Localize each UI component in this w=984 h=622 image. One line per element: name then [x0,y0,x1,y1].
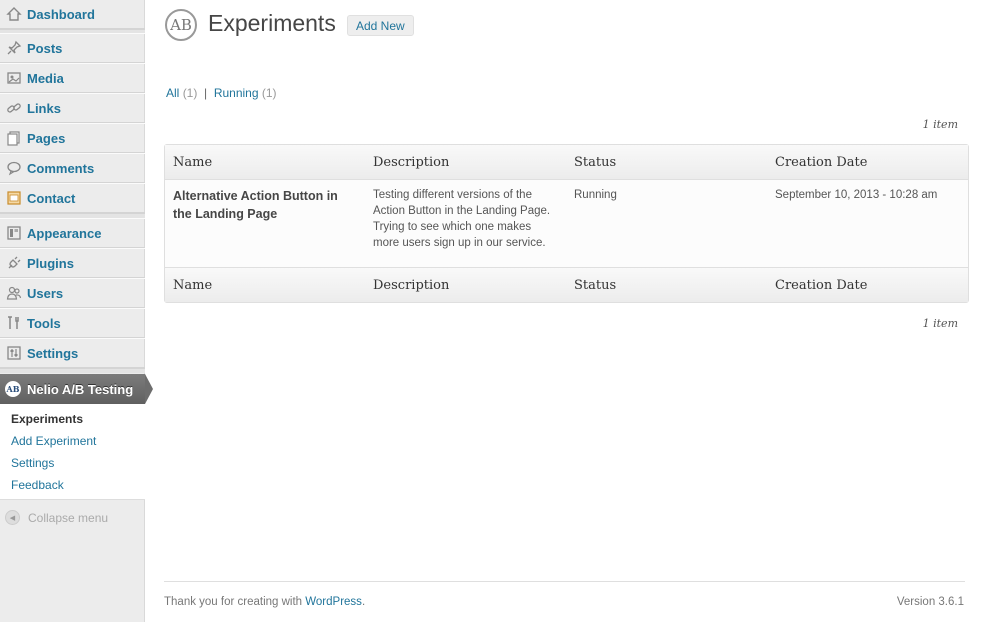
menu-label-dashboard: Dashboard [27,6,95,22]
footer-divider [164,581,965,582]
filter-running-link[interactable]: Running [214,86,259,100]
menu-label-plugins: Plugins [27,255,74,271]
menu-item-settings[interactable]: Settings [0,338,145,368]
pin-icon [5,39,23,57]
collapse-menu-button[interactable]: ◀ Collapse menu [5,510,108,525]
nelio-submenu: Experiments Add Experiment Settings Feed… [0,404,145,500]
column-footer-name[interactable]: Name [173,278,212,293]
submenu-experiments[interactable]: Experiments [11,412,83,426]
column-footer-status[interactable]: Status [574,278,616,293]
add-new-button[interactable]: Add New [347,15,414,36]
menu-item-posts[interactable]: Posts [0,33,145,63]
dashboard-icon [5,5,23,23]
filter-separator: | [204,86,208,100]
menu-item-nelio-ab-testing[interactable]: AB Nelio A/B Testing [0,374,153,404]
menu-item-comments[interactable]: Comments [0,153,145,183]
items-count-bottom: 1 item [922,317,958,330]
footer-thanks: Thank you for creating with WordPress. [164,596,365,608]
menu-item-appearance[interactable]: Appearance [0,218,145,248]
submenu-feedback[interactable]: Feedback [11,478,64,492]
pages-icon [5,129,23,147]
menu-separator [0,368,145,373]
menu-item-media[interactable]: Media [0,63,145,93]
menu-label-posts: Posts [27,40,63,56]
menu-label-nelio-ab-testing: Nelio A/B Testing [27,381,134,397]
column-footer-creation-date[interactable]: Creation Date [775,278,867,293]
column-header-description[interactable]: Description [373,155,449,170]
experiments-table: Name Description Status Creation Date Al… [164,144,969,303]
column-header-creation-date[interactable]: Creation Date [775,155,867,170]
users-icon [5,284,23,302]
admin-sidebar: Dashboard Posts Media Links Pages Commen… [0,0,153,622]
menu-label-links: Links [27,100,61,116]
menu-label-media: Media [27,70,64,86]
link-icon [5,99,23,117]
filter-running-count: (1) [261,86,277,100]
table-footer: Name Description Status Creation Date [165,267,968,302]
menu-label-comments: Comments [27,160,95,176]
experiment-description: Testing different versions of the Action… [373,189,551,249]
experiment-status: Running [574,189,617,201]
table-row[interactable]: Alternative Action Button in the Landing… [165,180,968,267]
menu-label-users: Users [27,285,64,301]
filter-all-count: (1) [182,86,198,100]
experiment-name[interactable]: Alternative Action Button in the Landing… [173,187,358,223]
footer-thanks-text: Thank you for creating with [164,596,306,608]
menu-item-dashboard[interactable]: Dashboard [0,0,145,29]
column-header-name[interactable]: Name [173,155,212,170]
column-header-status[interactable]: Status [574,155,616,170]
media-icon [5,69,23,87]
filter-all-link[interactable]: All [166,86,179,100]
menu-item-links[interactable]: Links [0,93,145,123]
menu-label-pages: Pages [27,130,66,146]
menu-label-contact: Contact [27,190,76,206]
tools-icon [5,314,23,332]
submenu-add-experiment[interactable]: Add Experiment [11,434,96,448]
footer-thanks-period: . [361,596,366,608]
menu-item-tools[interactable]: Tools [0,308,145,338]
settings-icon [5,344,23,362]
collapse-arrow-icon: ◀ [5,510,20,525]
appearance-icon [5,224,23,242]
plugin-icon [5,254,23,272]
page-title: Experiments [208,10,336,36]
menu-item-users[interactable]: Users [0,278,145,308]
footer-version: Version 3.6.1 [896,596,964,608]
nelio-logo-icon: AB [165,9,197,41]
wordpress-link[interactable]: WordPress [305,596,362,608]
contact-icon [5,189,23,207]
status-filters: All (1) | Running (1) [166,86,277,100]
menu-item-plugins[interactable]: Plugins [0,248,145,278]
submenu-settings[interactable]: Settings [11,456,54,470]
column-footer-description[interactable]: Description [373,278,449,293]
menu-label-tools: Tools [27,315,61,331]
menu-item-contact[interactable]: Contact [0,183,145,213]
experiment-creation-date: September 10, 2013 - 10:28 am [775,189,938,201]
menu-label-appearance: Appearance [27,225,102,241]
items-count-top: 1 item [922,118,958,131]
menu-label-settings: Settings [27,345,79,361]
collapse-menu-label: Collapse menu [28,510,109,525]
comment-icon [5,159,23,177]
table-header: Name Description Status Creation Date [165,145,968,180]
nelio-ab-icon: AB [5,381,21,397]
menu-item-pages[interactable]: Pages [0,123,145,153]
